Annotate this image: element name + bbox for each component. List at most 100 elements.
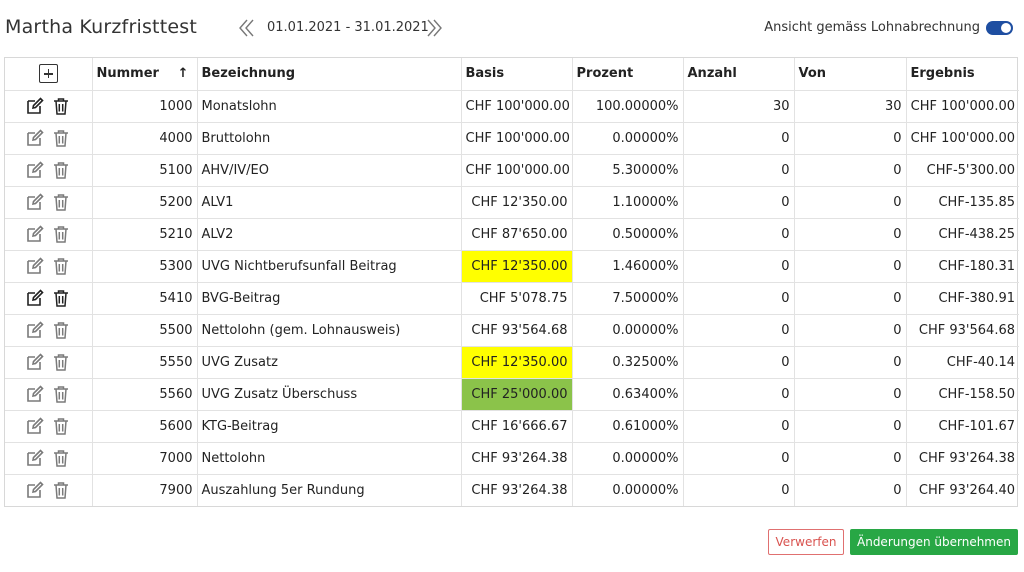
view-toggle[interactable] bbox=[986, 21, 1013, 35]
trash-icon[interactable] bbox=[50, 223, 72, 245]
cell-prozent[interactable]: 0.50000% bbox=[572, 218, 684, 251]
cell-anzahl[interactable]: 0 bbox=[683, 410, 795, 443]
cell-ergebnis: CHF-5'300.00 bbox=[906, 154, 1019, 187]
column-header-bezeichnung[interactable]: Bezeichnung bbox=[197, 58, 462, 91]
cell-von[interactable]: 0 bbox=[794, 378, 907, 411]
cell-prozent[interactable]: 1.10000% bbox=[572, 186, 684, 219]
pencil-square-icon[interactable] bbox=[24, 191, 46, 213]
column-header-von[interactable]: Von bbox=[794, 58, 907, 91]
pencil-square-icon[interactable] bbox=[24, 447, 46, 469]
cell-anzahl[interactable]: 0 bbox=[683, 250, 795, 283]
pencil-square-icon[interactable] bbox=[24, 351, 46, 373]
apply-changes-button[interactable]: Änderungen übernehmen bbox=[850, 529, 1018, 555]
cell-anzahl[interactable]: 0 bbox=[683, 442, 795, 475]
trash-icon[interactable] bbox=[50, 479, 72, 501]
column-header-anzahl[interactable]: Anzahl bbox=[683, 58, 795, 91]
cell-von[interactable]: 0 bbox=[794, 442, 907, 475]
cell-von[interactable]: 0 bbox=[794, 186, 907, 219]
cell-basis[interactable]: CHF 100'000.00 bbox=[461, 90, 573, 123]
cell-bezeichnung: UVG Zusatz Überschuss bbox=[197, 378, 462, 411]
cell-basis[interactable]: CHF 93'264.38 bbox=[461, 442, 573, 475]
pencil-square-icon[interactable] bbox=[24, 287, 46, 309]
cell-prozent[interactable]: 0.00000% bbox=[572, 122, 684, 155]
cell-basis[interactable]: CHF 100'000.00 bbox=[461, 122, 573, 155]
cell-anzahl[interactable]: 0 bbox=[683, 314, 795, 347]
trash-icon[interactable] bbox=[50, 383, 72, 405]
cell-basis[interactable]: CHF 100'000.00 bbox=[461, 154, 573, 187]
cell-anzahl[interactable]: 0 bbox=[683, 282, 795, 315]
cell-prozent[interactable]: 0.00000% bbox=[572, 442, 684, 475]
cell-basis[interactable]: CHF 12'350.00 bbox=[461, 186, 573, 219]
pencil-square-icon[interactable] bbox=[24, 319, 46, 341]
cell-von[interactable]: 0 bbox=[794, 474, 907, 506]
table-row: 5500 Nettolohn (gem. Lohnausweis) CHF 93… bbox=[5, 314, 1019, 347]
trash-icon[interactable] bbox=[50, 95, 72, 117]
cell-prozent[interactable]: 0.61000% bbox=[572, 410, 684, 443]
cell-prozent[interactable]: 7.50000% bbox=[572, 282, 684, 315]
cell-von[interactable]: 0 bbox=[794, 250, 907, 283]
trash-icon[interactable] bbox=[50, 287, 72, 309]
table-row: 5100 AHV/IV/EO CHF 100'000.00 5.30000% 0… bbox=[5, 154, 1019, 187]
cell-prozent[interactable]: 0.63400% bbox=[572, 378, 684, 411]
cell-prozent[interactable]: 100.00000% bbox=[572, 90, 684, 123]
trash-icon[interactable] bbox=[50, 351, 72, 373]
cell-nummer: 5300 bbox=[92, 250, 198, 283]
pencil-square-icon[interactable] bbox=[24, 255, 46, 277]
cell-prozent[interactable]: 0.00000% bbox=[572, 474, 684, 506]
cell-von[interactable]: 0 bbox=[794, 282, 907, 315]
cell-bezeichnung: ALV2 bbox=[197, 218, 462, 251]
sort-up-icon[interactable]: ↑ bbox=[178, 66, 189, 81]
trash-icon[interactable] bbox=[50, 191, 72, 213]
trash-icon[interactable] bbox=[50, 255, 72, 277]
trash-icon[interactable] bbox=[50, 415, 72, 437]
cell-prozent[interactable]: 0.00000% bbox=[572, 314, 684, 347]
cell-von[interactable]: 0 bbox=[794, 218, 907, 251]
cell-basis[interactable]: CHF 25'000.00 bbox=[461, 378, 573, 411]
cell-prozent[interactable]: 5.30000% bbox=[572, 154, 684, 187]
trash-icon[interactable] bbox=[50, 127, 72, 149]
column-header-prozent[interactable]: Prozent bbox=[572, 58, 684, 91]
cell-von[interactable]: 0 bbox=[794, 122, 907, 155]
cell-anzahl[interactable]: 0 bbox=[683, 186, 795, 219]
pencil-square-icon[interactable] bbox=[24, 223, 46, 245]
cell-prozent[interactable]: 0.32500% bbox=[572, 346, 684, 379]
cell-anzahl[interactable]: 0 bbox=[683, 218, 795, 251]
cell-von[interactable]: 0 bbox=[794, 314, 907, 347]
column-header-ergebnis[interactable]: Ergebnis bbox=[906, 58, 1019, 91]
cell-basis[interactable]: CHF 12'350.00 bbox=[461, 346, 573, 379]
cell-anzahl[interactable]: 0 bbox=[683, 154, 795, 187]
cell-basis[interactable]: CHF 5'078.75 bbox=[461, 282, 573, 315]
trash-icon[interactable] bbox=[50, 447, 72, 469]
cell-von[interactable]: 30 bbox=[794, 90, 907, 123]
pencil-square-icon[interactable] bbox=[24, 127, 46, 149]
pencil-square-icon[interactable] bbox=[24, 95, 46, 117]
cell-basis[interactable]: CHF 93'264.38 bbox=[461, 474, 573, 506]
column-header-nummer[interactable]: Nummer ↑ bbox=[92, 58, 198, 91]
cell-anzahl[interactable]: 0 bbox=[683, 122, 795, 155]
cell-anzahl[interactable]: 30 bbox=[683, 90, 795, 123]
double-chevron-right-icon[interactable] bbox=[424, 16, 444, 40]
pencil-square-icon[interactable] bbox=[24, 479, 46, 501]
cell-basis[interactable]: CHF 93'564.68 bbox=[461, 314, 573, 347]
column-header-basis[interactable]: Basis bbox=[461, 58, 573, 91]
cell-basis[interactable]: CHF 12'350.00 bbox=[461, 250, 573, 283]
pencil-square-icon[interactable] bbox=[24, 383, 46, 405]
cell-prozent[interactable]: 1.46000% bbox=[572, 250, 684, 283]
cell-von[interactable]: 0 bbox=[794, 346, 907, 379]
cell-anzahl[interactable]: 0 bbox=[683, 346, 795, 379]
double-chevron-left-icon[interactable] bbox=[237, 16, 257, 40]
pencil-square-icon[interactable] bbox=[24, 415, 46, 437]
cell-von[interactable]: 0 bbox=[794, 154, 907, 187]
row-actions bbox=[5, 122, 93, 155]
cell-basis[interactable]: CHF 16'666.67 bbox=[461, 410, 573, 443]
cell-anzahl[interactable]: 0 bbox=[683, 378, 795, 411]
cell-ergebnis: CHF-380.91 bbox=[906, 282, 1019, 315]
pencil-square-icon[interactable] bbox=[24, 159, 46, 181]
trash-icon[interactable] bbox=[50, 319, 72, 341]
cell-von[interactable]: 0 bbox=[794, 410, 907, 443]
discard-button[interactable]: Verwerfen bbox=[768, 529, 844, 555]
plus-box-icon[interactable] bbox=[38, 64, 58, 84]
cell-anzahl[interactable]: 0 bbox=[683, 474, 795, 506]
trash-icon[interactable] bbox=[50, 159, 72, 181]
cell-basis[interactable]: CHF 87'650.00 bbox=[461, 218, 573, 251]
